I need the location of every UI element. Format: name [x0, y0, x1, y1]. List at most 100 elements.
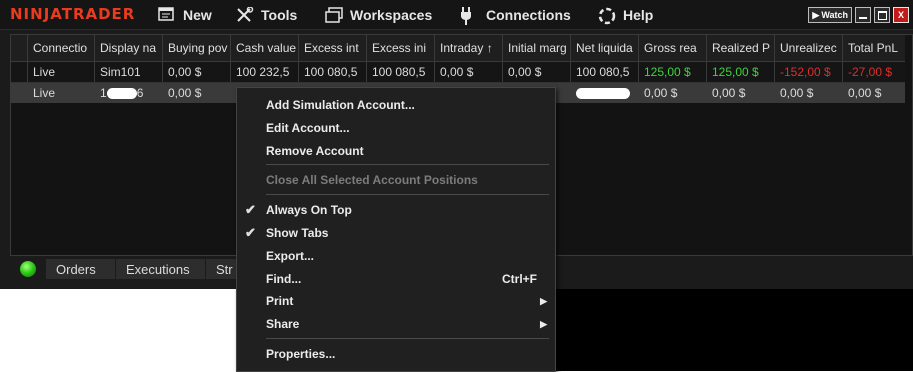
menu-new[interactable]: New [158, 5, 212, 25]
menu-item-print[interactable]: Print ▶ [237, 291, 553, 311]
menu-item-always-on-top[interactable]: ✔ Always On Top [237, 200, 553, 220]
tab-orders[interactable]: Orders [46, 259, 116, 279]
menu-item-label: Show Tabs [266, 226, 329, 240]
table-cell: 125,00 $ [639, 62, 707, 82]
maximize-button[interactable] [874, 7, 890, 23]
table-cell: 0,00 $ [503, 62, 571, 82]
table-cell: 100 080,5 [299, 62, 367, 82]
menu-item-find[interactable]: Find... Ctrl+F [237, 269, 553, 289]
table-cell: 100 232,5 [231, 62, 299, 82]
menu-item-remove-account[interactable]: Remove Account [237, 141, 553, 161]
row-selector[interactable] [11, 83, 28, 103]
column-header[interactable]: Excess int [299, 35, 367, 61]
menu-workspaces[interactable]: Workspaces [325, 5, 432, 25]
table-cell: 0,00 $ [163, 83, 231, 103]
column-header[interactable]: Gross rea [639, 35, 707, 61]
menu-item-label: Add Simulation Account... [266, 98, 415, 112]
column-header[interactable]: Connectio [28, 35, 95, 61]
column-header[interactable]: Display na [95, 35, 163, 61]
menu-item-label: Properties... [266, 347, 336, 361]
menu-item-label: Print [266, 294, 294, 308]
window-controls: ▶ Watch X [808, 7, 909, 23]
context-menu: Add Simulation Account... Edit Account..… [236, 87, 556, 372]
menu-item-label: Export... [266, 249, 315, 263]
watch-label: Watch [821, 10, 848, 20]
minimize-button[interactable] [855, 7, 871, 23]
shortcut-label: Ctrl+F [501, 272, 537, 286]
play-icon: ▶ [812, 9, 820, 20]
account-name-suffix: 6 [136, 86, 144, 100]
table-cell: -27,00 $ [848, 65, 893, 79]
checkmark-icon: ✔ [245, 202, 256, 217]
menu-item-add-simulation-account[interactable]: Add Simulation Account... [237, 95, 553, 115]
redacted-mark [106, 87, 137, 99]
close-icon: X [897, 10, 904, 20]
table-cell: -152,00 $ [775, 62, 843, 82]
table-cell: 0,00 $ [435, 62, 503, 82]
column-header[interactable]: Net liquida [571, 35, 639, 61]
table-cell: Live [28, 62, 95, 82]
table-cell: 0,00 $ [707, 83, 775, 103]
column-header[interactable]: Excess ini [367, 35, 435, 61]
menu-tools[interactable]: Tools [236, 5, 297, 25]
ninjatrader-logo: NINJATRADER [10, 5, 136, 23]
row-header-corner [11, 35, 28, 61]
menu-item-label: Close All Selected Account Positions [266, 173, 478, 187]
background-window [540, 289, 913, 371]
table-cell: 0,00 $ [848, 86, 882, 100]
grid-header-row: Connectio Display na Buying pov Cash val… [11, 35, 905, 62]
maximize-icon [877, 10, 887, 20]
checkmark-icon: ✔ [245, 225, 256, 240]
menu-connections[interactable]: Connections [459, 5, 571, 25]
row-selector[interactable] [11, 62, 28, 82]
menu-item-label: Edit Account... [266, 121, 350, 135]
menu-item-share[interactable]: Share ▶ [237, 314, 553, 334]
menu-new-label: New [183, 7, 212, 23]
menu-item-label: Share [266, 317, 300, 331]
menu-separator [266, 164, 549, 165]
menu-item-edit-account[interactable]: Edit Account... [237, 118, 553, 138]
menu-item-properties[interactable]: Properties... [237, 344, 553, 364]
redacted-mark [576, 87, 630, 99]
column-header[interactable]: Initial marg [503, 35, 571, 61]
submenu-arrow-icon: ▶ [540, 318, 547, 329]
table-cell: 100 080,5 [367, 62, 435, 82]
menu-item-label: Remove Account [266, 144, 364, 158]
close-button[interactable]: X [893, 7, 909, 23]
menu-tools-label: Tools [261, 7, 298, 23]
table-cell: 0,00 $ [775, 83, 843, 103]
menu-item-close-all-positions: Close All Selected Account Positions [237, 170, 553, 190]
new-window-icon [158, 7, 176, 23]
tab-executions[interactable]: Executions [116, 259, 206, 279]
table-cell: Live [28, 83, 95, 103]
table-cell-account-name: 1 6 [95, 83, 163, 103]
tools-icon [236, 6, 254, 23]
account-name-prefix: 1 [100, 86, 107, 100]
column-header[interactable]: Buying pov [163, 35, 231, 61]
menu-separator [266, 338, 549, 339]
menu-connections-label: Connections [486, 7, 571, 23]
column-header[interactable]: Cash value [231, 35, 299, 61]
plug-icon [459, 7, 477, 25]
column-header-sorted[interactable]: Intraday ↑ [435, 35, 503, 61]
submenu-arrow-icon: ▶ [540, 295, 547, 306]
menu-workspaces-label: Workspaces [350, 7, 433, 23]
menu-item-label: Always On Top [266, 203, 352, 217]
menu-item-label: Find... [266, 272, 302, 286]
table-row[interactable]: Live Sim101 0,00 $ 100 232,5 100 080,5 1… [11, 62, 905, 83]
table-cell: 125,00 $ [707, 62, 775, 82]
column-header[interactable]: Total PnL [843, 35, 905, 61]
menu-separator [266, 194, 549, 195]
menu-item-export[interactable]: Export... [237, 246, 553, 266]
column-header[interactable]: Realized P [707, 35, 775, 61]
menu-help-label: Help [623, 7, 654, 23]
watch-button[interactable]: ▶ Watch [808, 7, 852, 23]
table-cell: 100 080,5 [571, 62, 639, 82]
column-header[interactable]: Unrealizec [775, 35, 843, 61]
table-cell: Sim101 [95, 62, 163, 82]
connection-status-icon [20, 261, 36, 277]
help-icon [598, 7, 616, 25]
menu-help[interactable]: Help [598, 5, 653, 25]
menu-item-show-tabs[interactable]: ✔ Show Tabs [237, 223, 553, 243]
table-cell: 0,00 $ [163, 62, 231, 82]
